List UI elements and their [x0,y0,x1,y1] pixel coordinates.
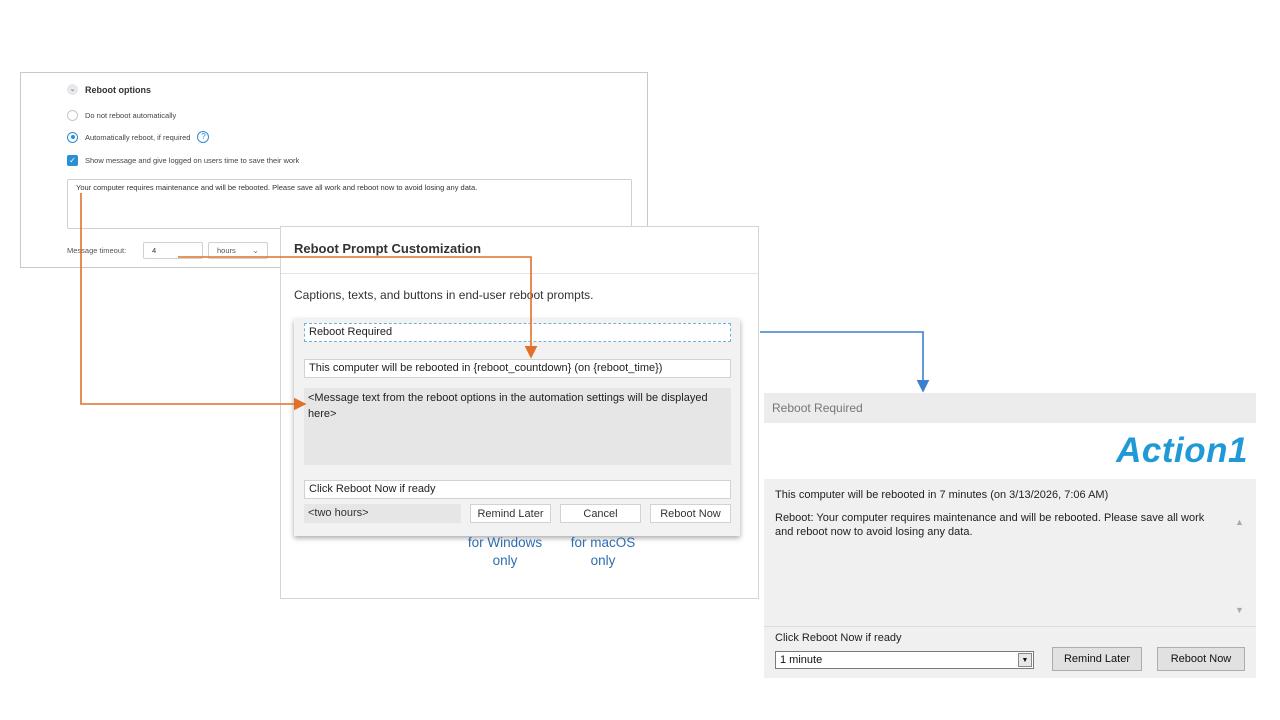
dialog-click-text: Click Reboot Now if ready [775,632,902,644]
dialog-scrollbar[interactable]: ▲ ▼ [1232,511,1248,619]
radio-no-reboot[interactable] [67,110,78,121]
countdown-field[interactable]: This computer will be rebooted in {reboo… [304,359,731,378]
option-no-reboot[interactable]: Do not reboot automatically [67,110,176,121]
option-auto-reboot-label: Automatically reboot, if required [85,132,191,142]
option-auto-reboot[interactable]: Automatically reboot, if required ? [67,131,210,143]
reboot-now-button[interactable]: Reboot Now [650,504,731,523]
dialog-remind-later-button[interactable]: Remind Later [1052,647,1142,671]
help-icon[interactable]: ? [197,131,210,143]
remind-interval-select[interactable]: 1 minute ▼ [775,651,1034,669]
customization-title: Reboot Prompt Customization [294,241,482,256]
dropdown-arrow-icon[interactable]: ▼ [1018,653,1032,667]
timeout-unit-value: hours [217,246,236,255]
caption-field[interactable]: Reboot Required [304,323,731,342]
scroll-down-icon[interactable]: ▼ [1235,605,1244,615]
customization-subtitle: Captions, texts, and buttons in end-user… [294,288,594,302]
dialog-logo-area: Action1 [764,423,1256,479]
remind-later-button[interactable]: Remind Later [470,504,551,523]
message-timeout-label: Message timeout: [67,246,127,255]
dialog-countdown-text: This computer will be rebooted in 7 minu… [775,489,1109,501]
reboot-required-dialog: Reboot Required Action1 This computer wi… [764,393,1256,678]
option-show-message[interactable]: ✓ Show message and give logged on users … [67,155,299,166]
message-timeout-unit-select[interactable]: hours ⌄ [208,242,268,259]
checkbox-show-message[interactable]: ✓ [67,155,78,166]
dialog-message-text: Reboot: Your computer requires maintenan… [775,512,1205,539]
action1-logo: Action1 [1116,431,1248,470]
prompt-preview: Reboot Required This computer will be re… [294,319,740,536]
title-divider [281,273,758,274]
remind-interval-value: 1 minute [780,654,823,666]
dialog-divider [764,626,1256,627]
reboot-prompt-customization-panel: Reboot Prompt Customization Captions, te… [280,226,759,599]
option-no-reboot-label: Do not reboot automatically [85,111,177,120]
dialog-titlebar: Reboot Required [764,393,1256,423]
dialog-reboot-now-button[interactable]: Reboot Now [1157,647,1245,671]
cancel-button[interactable]: Cancel [560,504,641,523]
reboot-options-header[interactable]: ⌄ Reboot options [67,84,151,95]
note-windows-only: for Windows only [467,535,543,568]
radio-auto-reboot[interactable] [67,131,78,143]
option-show-message-label: Show message and give logged on users ti… [85,156,300,165]
message-placeholder: <Message text from the reboot options in… [304,388,731,465]
remind-interval-placeholder: <two hours> [304,504,461,523]
connector-preview-to-dialog [760,331,930,393]
reboot-options-title: Reboot options [85,84,151,95]
note-macos-only: for macOS only [570,535,636,568]
click-reboot-field[interactable]: Click Reboot Now if ready [304,480,731,499]
message-timeout-input[interactable]: 4 [143,242,203,259]
chevron-down-icon: ⌄ [252,246,259,255]
reboot-message-textarea[interactable]: Your computer requires maintenance and w… [67,179,632,229]
chevron-down-icon[interactable]: ⌄ [67,84,78,95]
scroll-up-icon[interactable]: ▲ [1235,517,1244,527]
